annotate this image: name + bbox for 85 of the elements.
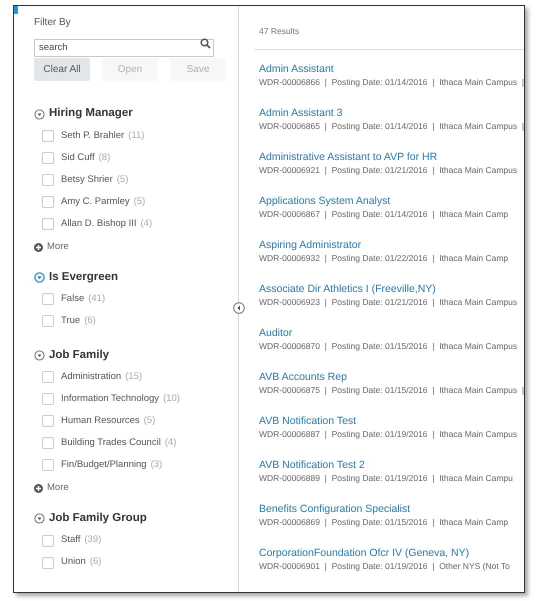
checkbox[interactable] xyxy=(42,534,54,546)
option-count: (4) xyxy=(164,436,176,450)
option-count: (6) xyxy=(90,555,102,570)
job-details: WDR-00006875 | Posting Date: 01/15/2016 | Ithaca Main Campus | xyxy=(259,384,524,396)
job-title-link[interactable]: Administrative Assistant to AVP for HR xyxy=(259,151,438,164)
job-details: WDR-00006867 | Posting Date: 01/14/2016 | Ithaca Main Camp xyxy=(259,208,508,220)
job-title-link[interactable]: AVB Notification Test 2 xyxy=(259,459,365,472)
option-count: (6) xyxy=(84,314,96,328)
filter-button[interactable]: Clear All xyxy=(34,58,90,81)
job-details: WDR-00006869 | Posting Date: 01/15/2016 | Ithaca Main Camp xyxy=(259,516,508,528)
job-title-link[interactable]: AVB Accounts Rep xyxy=(259,371,347,384)
section-title[interactable]: Job Family xyxy=(49,346,110,364)
search-icon[interactable] xyxy=(200,38,211,48)
option-count: (15) xyxy=(125,370,142,384)
checkbox[interactable] xyxy=(42,152,54,164)
option-label[interactable]: Administration xyxy=(61,370,122,384)
plus-icon xyxy=(34,484,43,493)
job-title-link[interactable]: AVB Notification Test xyxy=(259,415,356,428)
section-title[interactable]: Job Family Group xyxy=(49,510,147,528)
job-title-link[interactable]: Applications System Analyst xyxy=(259,195,390,208)
job-title-link[interactable]: Benefits Configuration Specialist xyxy=(259,503,410,516)
job-details: WDR-00006921 | Posting Date: 01/21/2016 | Ithaca Main Campus xyxy=(259,164,518,176)
option-label[interactable]: Allan D. Bishop III xyxy=(61,216,137,232)
option-label[interactable]: Betsy Shrier xyxy=(61,172,113,188)
option-label[interactable]: Seth P. Brahler xyxy=(61,128,124,144)
option-count: (11) xyxy=(128,128,144,143)
job-title-link[interactable]: Aspiring Administrator xyxy=(259,239,362,252)
job-details: WDR-00006887 | Posting Date: 01/19/2016 | Ithaca Main Campus xyxy=(259,428,518,440)
checkbox[interactable] xyxy=(42,293,54,306)
checkbox[interactable] xyxy=(42,371,54,384)
plus-icon xyxy=(34,242,43,252)
job-title-link[interactable]: Auditor xyxy=(259,327,292,340)
checkbox[interactable] xyxy=(42,196,54,208)
job-title-link[interactable]: Admin Assistant xyxy=(259,63,334,76)
job-details: WDR-00006923 | Posting Date: 01/21/2016 | Ithaca Main Campus xyxy=(259,296,518,308)
job-details: WDR-00006889 | Posting Date: 01/19/2016 | Ithaca Main Campu xyxy=(259,472,513,484)
more-link[interactable]: More xyxy=(34,481,69,496)
job-title-link[interactable]: CorporationFoundation Ofcr IV (Geneva, NY) xyxy=(259,547,470,560)
option-count: (41) xyxy=(88,292,106,306)
collapse-icon[interactable] xyxy=(34,513,45,524)
accent-mark xyxy=(14,6,18,14)
option-label[interactable]: Union xyxy=(61,555,86,570)
more-link[interactable]: More xyxy=(34,240,69,254)
checkbox[interactable] xyxy=(42,415,54,428)
option-label[interactable]: Building Trades Council xyxy=(61,436,161,450)
option-count: (39) xyxy=(84,533,102,548)
option-label[interactable]: False xyxy=(61,292,84,306)
collapse-icon[interactable] xyxy=(34,272,45,283)
collapse-icon[interactable] xyxy=(34,350,45,361)
option-label[interactable]: Sid Cuff xyxy=(61,150,95,166)
job-details: WDR-00006866 | Posting Date: 01/14/2016 | Ithaca Main Campus | xyxy=(259,76,524,88)
filter-title: Filter By xyxy=(34,16,72,30)
option-label[interactable]: True xyxy=(61,314,80,328)
job-details: WDR-00006865 | Posting Date: 01/14/2016 | Ithaca Main Campus | xyxy=(259,120,524,132)
job-title-link[interactable]: Admin Assistant 3 xyxy=(259,107,342,120)
checkbox[interactable] xyxy=(42,437,54,450)
checkbox[interactable] xyxy=(42,174,54,186)
checkbox[interactable] xyxy=(42,315,54,328)
collapse-icon[interactable] xyxy=(34,108,45,120)
option-count: (10) xyxy=(163,392,180,406)
collapse-icon[interactable] xyxy=(233,302,245,314)
option-label[interactable]: Staff xyxy=(61,533,80,548)
option-count: (3) xyxy=(150,458,162,472)
checkbox[interactable] xyxy=(42,459,54,472)
option-count: (5) xyxy=(134,194,146,209)
job-details: WDR-00006870 | Posting Date: 01/15/2016 | Ithaca Main Campus xyxy=(259,340,518,352)
option-count: (5) xyxy=(116,172,128,187)
option-label[interactable]: Amy C. Parmley xyxy=(61,194,130,210)
section-title[interactable]: Is Evergreen xyxy=(49,268,118,286)
job-details: WDR-00006932 | Posting Date: 01/22/2016 | Ithaca Main Camp xyxy=(259,252,508,264)
search-field[interactable]: search xyxy=(34,38,214,56)
checkbox[interactable] xyxy=(42,556,54,568)
checkbox[interactable] xyxy=(42,130,54,142)
option-label[interactable]: Fin/Budget/Planning xyxy=(61,458,147,472)
checkbox[interactable] xyxy=(42,393,54,406)
job-details: WDR-00006901 | Posting Date: 01/19/2016 | Other NYS (Not To xyxy=(259,560,510,572)
option-count: (5) xyxy=(144,414,156,428)
section-title[interactable]: Hiring Manager xyxy=(49,105,133,123)
option-count: (4) xyxy=(140,216,152,231)
option-label[interactable]: Human Resources xyxy=(61,414,140,428)
option-count: (8) xyxy=(98,150,110,165)
job-title-link[interactable]: Associate Dir Athletics I (Freeville,NY) xyxy=(259,283,436,296)
results-count: 47 Results xyxy=(259,26,300,36)
option-label[interactable]: Information Technology xyxy=(61,392,160,406)
checkbox[interactable] xyxy=(42,218,54,230)
